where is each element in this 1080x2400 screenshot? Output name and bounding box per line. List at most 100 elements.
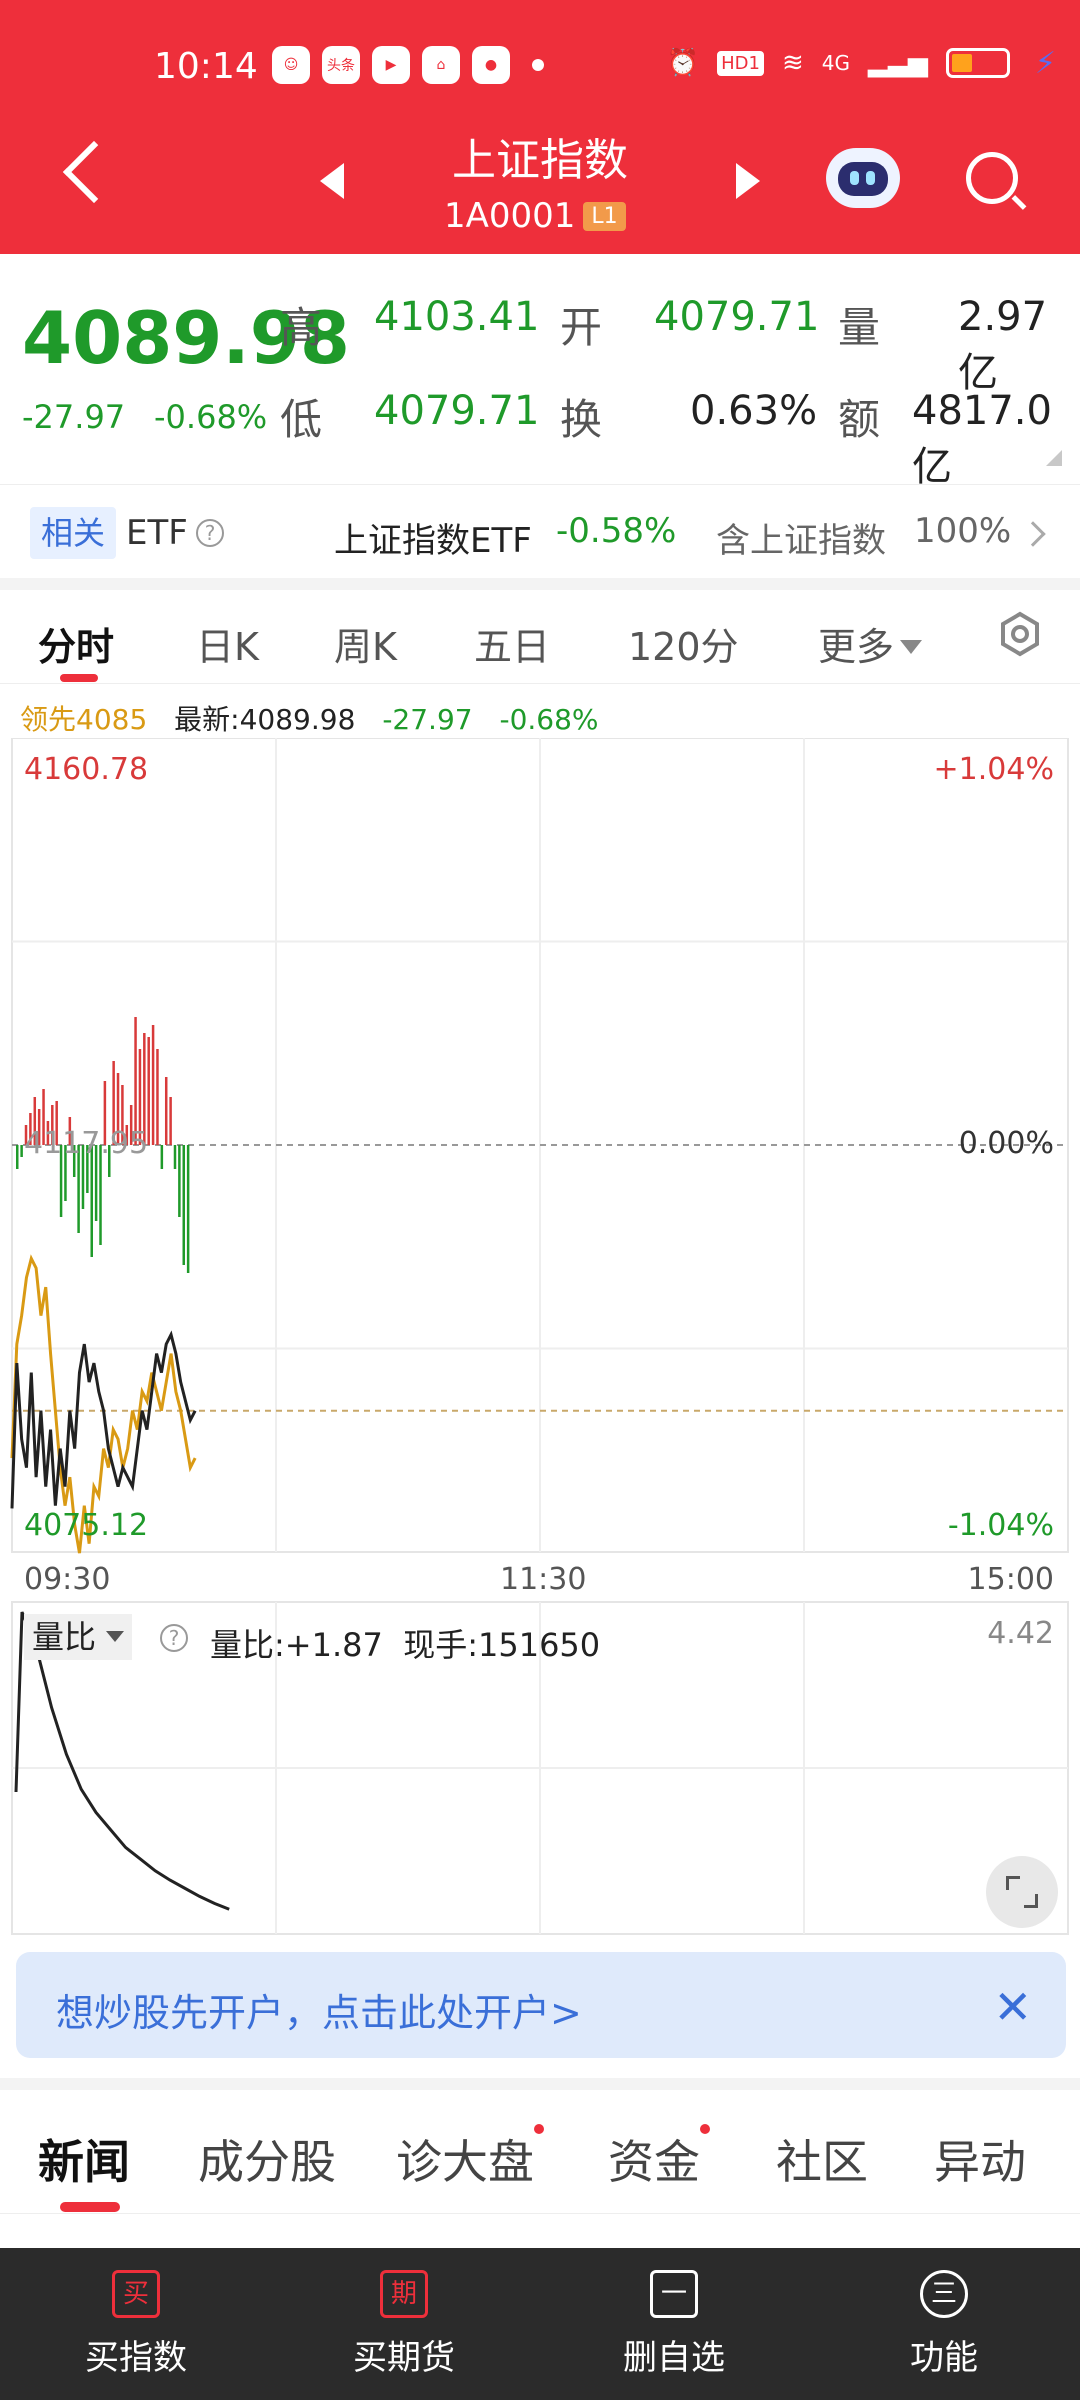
legend-latest: 最新:4089.98 <box>174 703 356 736</box>
tab-unusual[interactable]: 异动 <box>934 2126 1026 2192</box>
help-icon[interactable]: ? <box>196 519 224 547</box>
volume-ratio-selector[interactable]: 量比 <box>24 1614 133 1660</box>
remove-watchlist-button[interactable]: 一 删自选 <box>574 2270 774 2379</box>
etf-note: 含上证指数 <box>716 521 886 561</box>
bottom-action-bar: 买 买指数 期 买期货 一 删自选 三 功能 <box>0 2248 1080 2400</box>
robot-assistant-icon[interactable] <box>826 148 900 208</box>
amount-value: 4817.0亿 <box>912 388 1052 490</box>
volume-ratio-value: 量比:+1.87 <box>210 1626 383 1664</box>
high-label: 高 <box>280 303 323 352</box>
turnover-label: 换 <box>560 395 603 444</box>
tab-120min[interactable]: 120分 <box>628 616 739 671</box>
tab-daily-k[interactable]: 日K <box>196 616 259 671</box>
battery-icon <box>946 48 1010 78</box>
chart-tabs: 分时 日K 周K 五日 120分 更多 <box>0 596 1080 684</box>
app-header: 10:14 ☺ 头条 ▶ ⌂ ● ⏰ HD1 ≋ 4G ▂▃▅ ⚡ 上证指数 1… <box>0 0 1080 254</box>
price-change-pct: -0.68% <box>154 398 268 436</box>
amount-label: 额 <box>838 395 881 444</box>
tab-weekly-k[interactable]: 周K <box>334 616 397 671</box>
legend-change: -27.97 <box>382 703 473 736</box>
minute-bar <box>20 1145 23 1157</box>
current-hand-value: 现手:151650 <box>403 1626 601 1664</box>
minute-bar <box>156 1049 159 1145</box>
minute-bar <box>160 1145 164 1169</box>
divider <box>0 2078 1080 2090</box>
close-icon[interactable]: ✕ <box>993 1980 1032 2034</box>
open-account-banner[interactable]: 想炒股先开户，点击此处开户> ✕ <box>16 1952 1066 2058</box>
intraday-chart[interactable] <box>0 738 1080 1938</box>
chart-legend: 领先4085 最新:4089.98 -27.97 -0.68% <box>20 698 617 738</box>
low-value: 4079.71 <box>374 388 540 434</box>
minute-bar <box>164 1077 168 1145</box>
hd-icon: HD1 <box>717 50 764 76</box>
page-title: 上证指数 <box>452 135 628 186</box>
minute-bar <box>182 1145 186 1265</box>
more-notifications-icon <box>532 59 544 71</box>
signal-bars-icon: ▂▃▅ <box>868 48 928 78</box>
x-tick-end: 15:00 <box>967 1562 1054 1597</box>
minute-bar <box>186 1145 190 1273</box>
news-tabs: 新闻 成分股 诊大盘 资金 社区 异动 <box>0 2090 1080 2214</box>
tab-diagnosis[interactable]: 诊大盘 <box>396 2126 534 2192</box>
volume-ratio-selector-label: 量比 <box>32 1618 97 1656</box>
tab-five-day[interactable]: 五日 <box>474 616 550 671</box>
functions-label: 功能 <box>910 2338 978 2378</box>
minus-box-icon: 一 <box>650 2270 698 2318</box>
search-icon[interactable] <box>966 152 1018 204</box>
status-time: 10:14 <box>154 46 258 87</box>
etf-change: -0.58% <box>556 511 677 551</box>
minute-bar <box>16 1145 19 1169</box>
expand-corner-icon[interactable] <box>1046 450 1062 466</box>
volume-label: 量 <box>838 303 881 352</box>
active-tab-indicator <box>60 674 98 682</box>
status-app-icons: ☺ 头条 ▶ ⌂ ● <box>272 46 544 84</box>
buy-index-button[interactable]: 买 买指数 <box>36 2270 236 2379</box>
quote-panel: 4089.98 -27.97 -0.68% 高 4103.41 开 4079.7… <box>0 254 1080 490</box>
etf-weight: 100% <box>914 511 1012 551</box>
x-tick-start: 09:30 <box>24 1562 111 1597</box>
status-bar: 10:14 ☺ 头条 ▶ ⌂ ● ⏰ HD1 ≋ 4G ▂▃▅ ⚡ <box>0 40 1080 100</box>
high-value: 4103.41 <box>374 294 540 340</box>
functions-button[interactable]: 三 功能 <box>844 2270 1044 2379</box>
volume-info: 量比:+1.87 现手:151650 <box>210 1620 600 1666</box>
legend-change-pct: -0.68% <box>499 703 599 736</box>
banner-text: 想炒股先开户，点击此处开户> <box>56 1991 582 2035</box>
tab-community[interactable]: 社区 <box>776 2126 868 2192</box>
help-icon[interactable]: ? <box>160 1624 188 1652</box>
remove-watchlist-label: 删自选 <box>623 2338 725 2378</box>
wifi-icon: ≋ <box>781 48 804 78</box>
minute-bar <box>178 1145 181 1217</box>
tab-funds[interactable]: 资金 <box>608 2126 700 2192</box>
minute-bar <box>169 1097 172 1145</box>
signal-4g-icon: 4G <box>821 51 850 75</box>
y-min-pct-label: -1.04% <box>947 1508 1054 1543</box>
notification-dot <box>700 2124 710 2134</box>
etf-label: ETF <box>126 513 188 553</box>
etf-name: 上证指数ETF <box>334 521 532 561</box>
minute-bar <box>173 1145 177 1169</box>
y-max-label: 4160.78 <box>24 752 149 787</box>
y-max-pct-label: +1.04% <box>933 752 1054 787</box>
alarm-icon: ⏰ <box>666 48 700 78</box>
tab-more[interactable]: 更多 <box>818 616 923 671</box>
prev-close-label: 4117.95 <box>24 1126 149 1161</box>
charging-icon: ⚡ <box>1034 46 1056 81</box>
chevron-right-icon <box>1020 521 1046 547</box>
related-tag: 相关 <box>30 507 116 559</box>
notification-dot <box>534 2124 544 2134</box>
tab-intraday[interactable]: 分时 <box>38 616 114 671</box>
related-etf-row[interactable]: 相关 ETF ? 上证指数ETF -0.58% 含上证指数 100% <box>0 484 1080 584</box>
divider <box>0 578 1080 590</box>
turnover-value: 0.63% <box>690 388 818 434</box>
buy-futures-button[interactable]: 期 买期货 <box>304 2270 504 2379</box>
tab-news[interactable]: 新闻 <box>38 2126 130 2192</box>
settings-icon[interactable] <box>996 610 1044 658</box>
y-min-label: 4075.12 <box>24 1508 149 1543</box>
price-line <box>10 1330 197 1509</box>
next-stock-icon[interactable] <box>736 163 760 199</box>
fullscreen-icon[interactable] <box>986 1856 1058 1928</box>
stock-code-text: 1A0001 <box>444 196 576 236</box>
tab-constituents[interactable]: 成分股 <box>198 2126 336 2192</box>
buy-futures-label: 买期货 <box>353 2338 455 2378</box>
avatar-app-icon: ☺ <box>272 46 310 84</box>
